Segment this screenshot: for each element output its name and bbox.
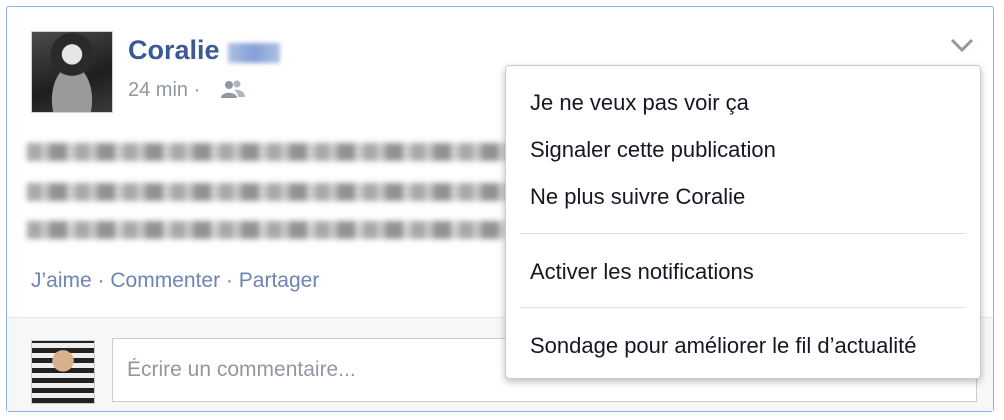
menu-item-hide-post[interactable]: Je ne veux pas voir ça — [530, 90, 749, 116]
menu-item-unfollow[interactable]: Ne plus suivre Coralie — [530, 184, 745, 210]
menu-item-news-feed-survey[interactable]: Sondage pour améliorer le fil d’actualit… — [530, 333, 916, 359]
menu-item-report-post[interactable]: Signaler cette publication — [530, 137, 776, 163]
post-text-redacted-line-1 — [27, 143, 517, 161]
post-actions: J’aime · Commenter · Partager — [31, 269, 319, 293]
friends-icon[interactable] — [220, 79, 246, 101]
like-link[interactable]: J’aime — [31, 269, 92, 292]
post-text-redacted-line-2 — [27, 183, 517, 201]
action-separator: · — [97, 269, 105, 292]
author-name-link[interactable]: Coralie — [128, 35, 220, 66]
post-timestamp[interactable]: 24 min — [128, 79, 188, 101]
author-avatar[interactable] — [31, 31, 113, 113]
action-separator: · — [225, 269, 233, 292]
meta-separator: · — [193, 79, 201, 101]
chevron-down-icon[interactable] — [949, 35, 975, 55]
menu-separator — [520, 233, 966, 234]
post-text-redacted-line-3 — [27, 221, 507, 239]
post-meta: 24 min · — [128, 79, 200, 102]
post-options-menu: Je ne veux pas voir ça Signaler cette pu… — [505, 65, 981, 379]
menu-item-turn-on-notifications[interactable]: Activer les notifications — [530, 259, 754, 285]
current-user-avatar — [31, 340, 95, 404]
author-surname-redacted — [228, 43, 280, 63]
share-link[interactable]: Partager — [239, 269, 320, 292]
comment-link[interactable]: Commenter — [110, 269, 220, 292]
menu-separator — [520, 307, 966, 308]
